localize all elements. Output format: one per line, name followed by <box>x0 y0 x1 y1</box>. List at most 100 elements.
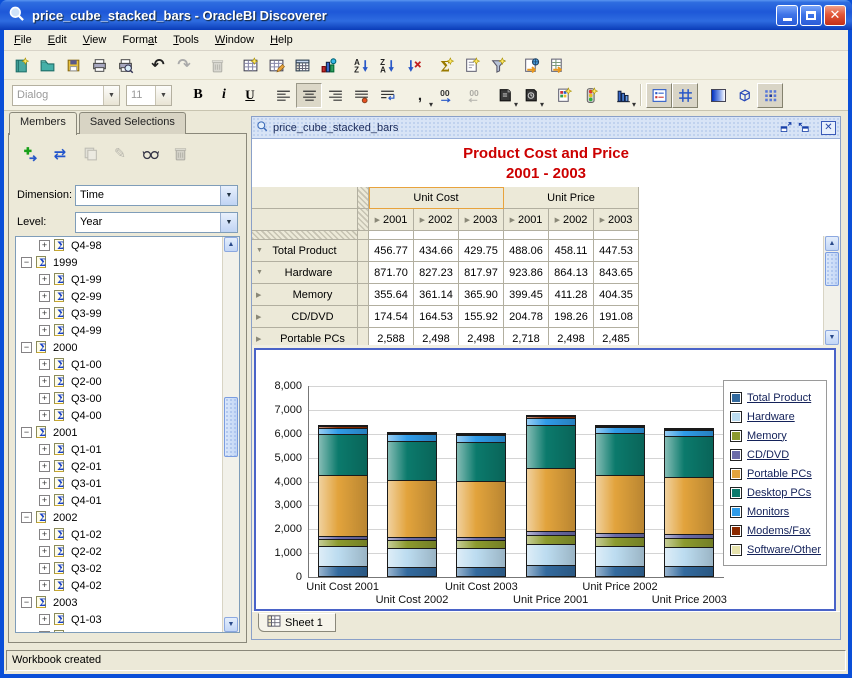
segment-portable-pcs[interactable] <box>595 475 645 534</box>
workbook-restore-icon[interactable] <box>778 121 794 135</box>
expand-icon[interactable]: + <box>39 291 50 302</box>
segment-portable-pcs[interactable] <box>456 481 506 538</box>
data-cell[interactable]: 174.54 <box>369 306 414 328</box>
column-header-2002[interactable]: ▶2002 <box>549 209 594 231</box>
graph-legend-toggle[interactable] <box>646 83 672 108</box>
segment-desktop-pcs[interactable] <box>526 425 576 469</box>
new-calculation-button[interactable] <box>459 53 485 78</box>
column-header-2001[interactable]: ▶2001 <box>369 209 414 231</box>
tree-item-q4-02[interactable]: +ΣQ4-02 <box>16 577 239 594</box>
workbook-title-bar[interactable]: price_cube_stacked_bars ✕ <box>252 117 840 139</box>
expand-icon[interactable]: + <box>39 563 50 574</box>
segment-total-product[interactable] <box>595 566 645 577</box>
column-header-2003[interactable]: ▶2003 <box>594 209 639 231</box>
tree-scrollbar[interactable]: ▲▼ <box>222 237 239 632</box>
tree-item-q3-01[interactable]: +ΣQ3-01 <box>16 475 239 492</box>
dimension-select[interactable]: Time ▼ <box>75 185 238 206</box>
legend-label[interactable]: Modems/Fax <box>747 525 811 537</box>
tree-item-q2-00[interactable]: +ΣQ2-00 <box>16 373 239 390</box>
data-cell[interactable]: 923.86 <box>504 262 549 284</box>
open-workbook-button[interactable] <box>34 53 60 78</box>
maximize-button[interactable] <box>800 5 822 26</box>
column-header-2002[interactable]: ▶2002 <box>414 209 459 231</box>
tree-item-q2-03[interactable]: +ΣQ2-03 <box>16 628 239 633</box>
segment-hardware[interactable] <box>456 548 506 568</box>
show-table-button[interactable] <box>289 53 315 78</box>
column-header-2003[interactable]: ▶2003 <box>459 209 504 231</box>
data-cell[interactable]: 404.35 <box>594 284 639 306</box>
add-member-button[interactable] <box>17 141 43 166</box>
align-graphic-button[interactable] <box>348 83 374 108</box>
align-left-button[interactable] <box>270 83 296 108</box>
menu-tools[interactable]: Tools <box>165 32 207 48</box>
remove-sort-button[interactable] <box>400 53 426 78</box>
tree-item-q2-01[interactable]: +ΣQ2-01 <box>16 458 239 475</box>
expand-icon[interactable]: + <box>39 495 50 506</box>
data-cell[interactable]: 155.92 <box>459 306 504 328</box>
data-cell[interactable]: 817.97 <box>459 262 504 284</box>
segment-hardware[interactable] <box>387 548 437 568</box>
collapse-icon[interactable]: − <box>21 512 32 523</box>
collapse-icon[interactable]: − <box>21 342 32 353</box>
level-select[interactable]: Year ▼ <box>75 212 238 233</box>
row-header-memory[interactable]: ▶Memory <box>252 284 358 306</box>
expand-icon[interactable]: + <box>39 325 50 336</box>
tree-item-q4-01[interactable]: +ΣQ4-01 <box>16 492 239 509</box>
row-header-total-product[interactable]: ▼Total Product <box>252 240 358 262</box>
tree-item-1999[interactable]: −Σ1999 <box>16 254 239 271</box>
data-cell[interactable]: 365.90 <box>459 284 504 306</box>
expand-icon[interactable]: + <box>39 461 50 472</box>
graph-gridlines-toggle[interactable] <box>672 83 698 108</box>
data-cell[interactable]: 411.28 <box>549 284 594 306</box>
sort-ascending-button[interactable]: AZ <box>348 53 374 78</box>
segment-desktop-pcs[interactable] <box>664 436 714 478</box>
tab-members[interactable]: Members <box>9 112 77 135</box>
expand-icon[interactable]: + <box>39 631 50 633</box>
tree-item-q4-98[interactable]: +ΣQ4-98 <box>16 237 239 254</box>
data-labels-button[interactable] <box>757 83 783 108</box>
menu-help[interactable]: Help <box>262 32 301 48</box>
print-button[interactable] <box>86 53 112 78</box>
bar-unit-cost-2002[interactable] <box>387 433 437 577</box>
table-scrollbar[interactable]: ▲▼ <box>823 236 840 345</box>
column-header-2001[interactable]: ▶2001 <box>504 209 549 231</box>
tab-saved-selections[interactable]: Saved Selections <box>79 112 186 134</box>
segment-portable-pcs[interactable] <box>664 477 714 535</box>
legend-label[interactable]: CD/DVD <box>747 449 789 461</box>
thousands-separator-button[interactable]: ,▾ <box>407 83 433 108</box>
bar-unit-cost-2001[interactable] <box>318 426 368 577</box>
tree-item-q3-02[interactable]: +ΣQ3-02 <box>16 560 239 577</box>
legend-item-hardware[interactable]: Hardware <box>730 407 821 426</box>
data-cell[interactable]: 355.64 <box>369 284 414 306</box>
export-to-excel-button[interactable] <box>544 53 570 78</box>
tree-item-2003[interactable]: −Σ2003 <box>16 594 239 611</box>
legend-label[interactable]: Total Product <box>747 392 811 404</box>
tree-item-q3-00[interactable]: +ΣQ3-00 <box>16 390 239 407</box>
conditional-format-button[interactable] <box>551 83 577 108</box>
menu-window[interactable]: Window <box>207 32 262 48</box>
legend-label[interactable]: Desktop PCs <box>747 487 811 499</box>
data-cell[interactable]: 2,588 <box>369 328 414 345</box>
3d-effect-button[interactable] <box>731 83 757 108</box>
edit-sheet-button[interactable] <box>263 53 289 78</box>
row-header-portable-pcs[interactable]: ▶Portable PCs <box>252 328 358 345</box>
bar-unit-cost-2003[interactable] <box>456 434 506 577</box>
data-cell[interactable]: 827.23 <box>414 262 459 284</box>
bold-button[interactable]: B <box>185 83 211 108</box>
tree-item-q1-03[interactable]: +ΣQ1-03 <box>16 611 239 628</box>
data-cell[interactable]: 864.13 <box>549 262 594 284</box>
data-cell[interactable]: 488.06 <box>504 240 549 262</box>
legend-item-portable-pcs[interactable]: Portable PCs <box>730 464 821 483</box>
segment-total-product[interactable] <box>456 567 506 577</box>
graph-type-button[interactable]: ▾ <box>610 83 636 108</box>
stoplight-format-button[interactable] <box>577 83 603 108</box>
bar-unit-price-2001[interactable] <box>526 416 576 577</box>
data-cell[interactable]: 447.53 <box>594 240 639 262</box>
italic-button[interactable]: i <box>211 83 237 108</box>
data-cell[interactable]: 843.65 <box>594 262 639 284</box>
sort-descending-button[interactable]: ZA <box>374 53 400 78</box>
gradient-fill-button[interactable] <box>705 83 731 108</box>
data-cell[interactable]: 2,498 <box>459 328 504 345</box>
show-graph-button[interactable] <box>315 53 341 78</box>
data-cell[interactable]: 361.14 <box>414 284 459 306</box>
